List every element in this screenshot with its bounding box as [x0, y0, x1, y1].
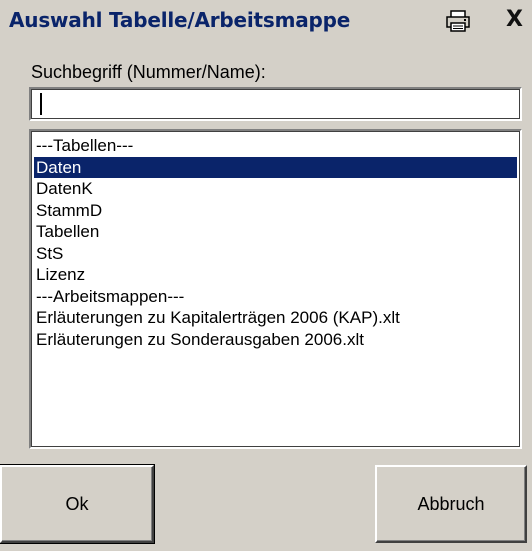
list-item[interactable]: StS	[34, 243, 517, 265]
table-workbook-listbox[interactable]: ---Tabellen--- Daten DatenK StammD Tabel…	[29, 129, 522, 449]
title-bar: Auswahl Tabelle/Arbeitsmappe X	[0, 0, 532, 40]
close-button[interactable]: X	[506, 6, 532, 34]
printer-icon[interactable]	[446, 10, 470, 32]
list-item[interactable]: DatenK	[34, 178, 517, 200]
window-title: Auswahl Tabelle/Arbeitsmappe	[9, 8, 351, 32]
search-label: Suchbegriff (Nummer/Name):	[31, 62, 266, 82]
search-input[interactable]	[29, 87, 522, 121]
list-item[interactable]: ---Tabellen---	[34, 135, 517, 157]
list-item[interactable]: Tabellen	[34, 221, 517, 243]
list-item[interactable]: ---Arbeitsmappen---	[34, 286, 517, 308]
listbox-items: ---Tabellen--- Daten DatenK StammD Tabel…	[34, 135, 517, 350]
list-item[interactable]: Lizenz	[34, 264, 517, 286]
list-item[interactable]: Erläuterungen zu Kapitalerträgen 2006 (K…	[34, 307, 517, 329]
list-item[interactable]: StammD	[34, 200, 517, 222]
text-caret	[40, 93, 42, 115]
list-item-selected[interactable]: Daten	[34, 156, 517, 178]
ok-button[interactable]: Ok	[0, 464, 155, 544]
dialog-window: Auswahl Tabelle/Arbeitsmappe X Suchbegri…	[0, 0, 532, 551]
list-item[interactable]: Erläuterungen zu Sonderausgaben 2006.xlt	[34, 329, 517, 351]
cancel-button[interactable]: Abbruch	[375, 465, 527, 543]
